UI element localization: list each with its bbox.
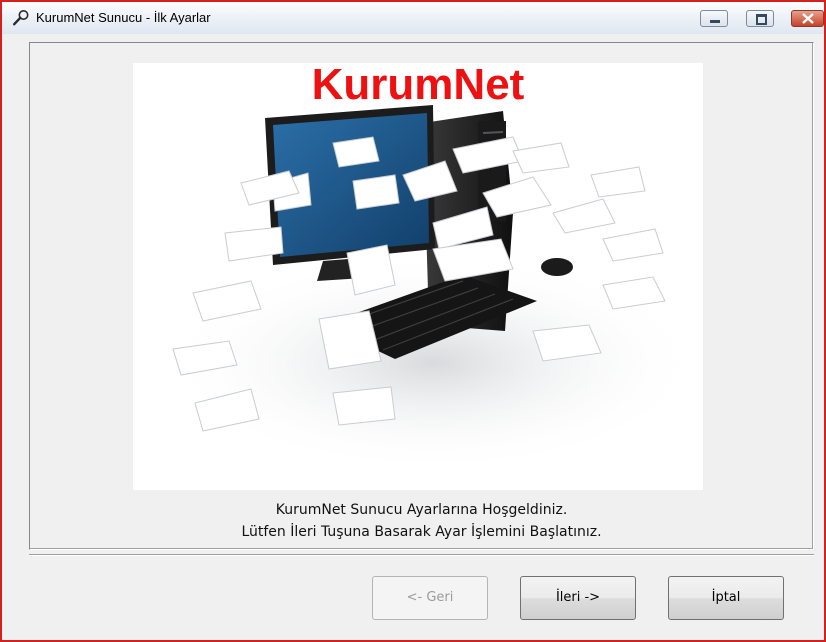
computer-papers-illustration [163,105,703,473]
hero-image: KurumNet [133,63,703,490]
back-button[interactable]: <- Geri [372,576,488,620]
minimize-icon[interactable] [700,10,728,27]
title-bar[interactable]: KurumNet Sunucu - İlk Ayarlar [2,2,824,34]
brand-logo-text: KurumNet [311,63,525,109]
window-title: KurumNet Sunucu - İlk Ayarlar [36,10,211,25]
next-button[interactable]: İleri -> [520,576,636,620]
close-icon[interactable] [791,10,824,27]
cancel-button[interactable]: İptal [668,576,784,620]
button-separator [29,554,814,556]
wizard-window: KurumNet Sunucu - İlk Ayarlar KurumNet K… [0,0,826,642]
welcome-message: KurumNet Sunucu Ayarlarına Hoşgeldiniz. … [30,499,813,543]
content-panel: KurumNet KurumNet Sunucu Ayarlarına Hoşg… [29,42,814,550]
welcome-line-1: KurumNet Sunucu Ayarlarına Hoşgeldiniz. [275,502,568,518]
wrench-icon [12,9,30,27]
welcome-line-2: Lütfen İleri Tuşuna Basarak Ayar İşlemin… [241,524,602,540]
maximize-icon[interactable] [746,10,774,27]
